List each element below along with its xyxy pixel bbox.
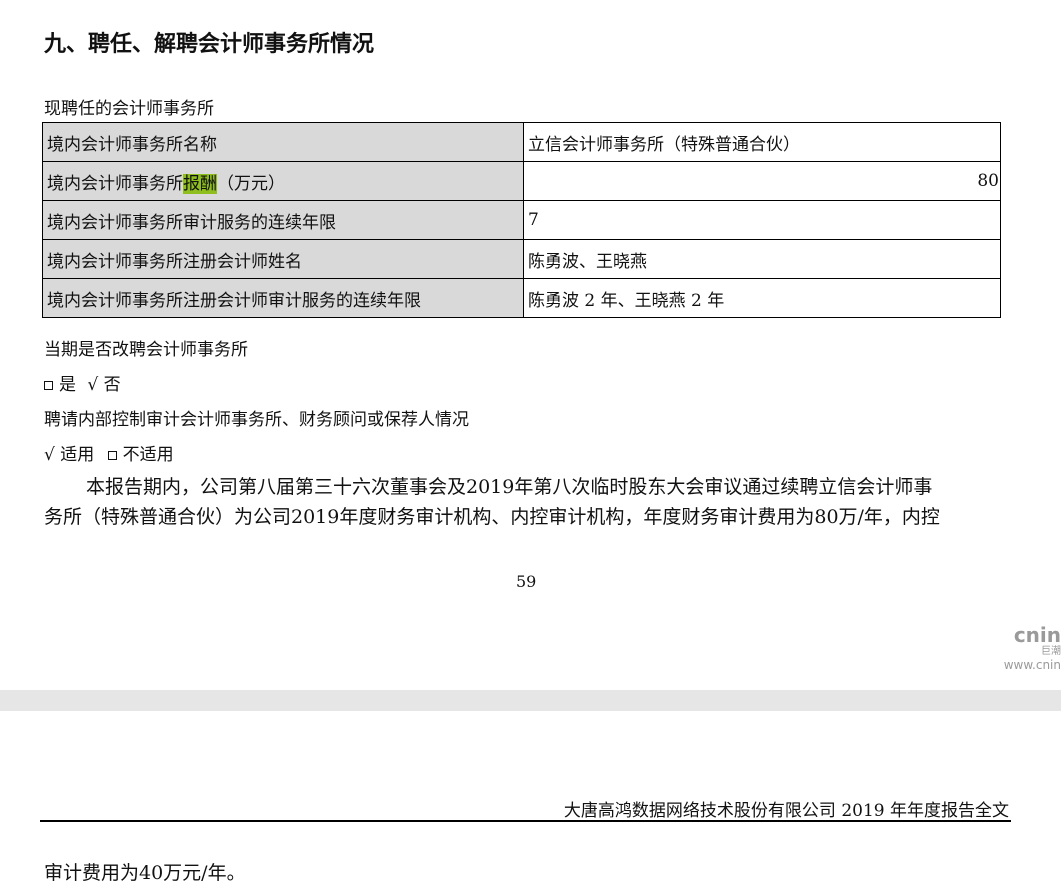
logo-brand: cnin xyxy=(1013,623,1061,647)
logo-url: www.cnin xyxy=(1003,658,1061,672)
header-rule xyxy=(40,820,1011,822)
row-value: 7 xyxy=(523,200,1001,240)
auditor-table: 境内会计师事务所名称 立信会计师事务所（特殊普通合伙） 境内会计师事务所报酬（万… xyxy=(42,122,1001,318)
row-value: 80 xyxy=(523,161,1001,201)
row-label: 境内会计师事务所注册会计师审计服务的连续年限 xyxy=(42,278,524,318)
table-row: 境内会计师事务所报酬（万元） 80 xyxy=(42,161,1001,201)
table-row: 境内会计师事务所名称 立信会计师事务所（特殊普通合伙） xyxy=(42,122,1001,162)
checkbox-empty-icon xyxy=(44,381,53,390)
logo-cn: 巨潮 xyxy=(1041,646,1061,657)
change-auditor-options: 是 √ 否 xyxy=(44,370,121,395)
check-mark-icon: √ xyxy=(87,375,99,395)
change-auditor-question: 当期是否改聘会计师事务所 xyxy=(44,340,248,360)
row-label: 境内会计师事务所审计服务的连续年限 xyxy=(42,200,524,240)
row-value: 陈勇波 2 年、王晓燕 2 年 xyxy=(523,278,1001,318)
report-page: 九、聘任、解聘会计师事务所情况 现聘任的会计师事务所 境内会计师事务所名称 立信… xyxy=(0,0,1061,890)
option-not-applicable-label: 不适用 xyxy=(122,445,174,465)
internal-control-question: 聘请内部控制审计会计师事务所、财务顾问或保荐人情况 xyxy=(44,410,469,430)
table-row: 境内会计师事务所审计服务的连续年限 7 xyxy=(42,200,1001,240)
label-text: （万元） xyxy=(217,173,285,194)
paragraph-line: 务所（特殊普通合伙）为公司2019年度财务审计机构、内控审计机构，年度财务审计费… xyxy=(44,506,940,528)
page-separator xyxy=(0,690,1061,711)
paragraph-line: 本报告期内，公司第八届第三十六次董事会及2019年第八次临时股东大会审议通过续聘… xyxy=(86,476,933,498)
row-label: 境内会计师事务所名称 xyxy=(42,122,524,162)
table-row: 境内会计师事务所注册会计师姓名 陈勇波、王晓燕 xyxy=(42,239,1001,279)
section-label: 现聘任的会计师事务所 xyxy=(44,99,214,119)
option-applicable-label: 适用 xyxy=(60,445,95,465)
row-label: 境内会计师事务所注册会计师姓名 xyxy=(42,239,524,279)
cninfo-watermark-logo: cnin 巨潮 www.cnin xyxy=(1004,624,1061,672)
page-number: 59 xyxy=(516,572,537,591)
highlighted-text: 报酬 xyxy=(183,173,217,194)
table-row: 境内会计师事务所注册会计师审计服务的连续年限 陈勇波 2 年、王晓燕 2 年 xyxy=(42,278,1001,318)
row-value: 陈勇波、王晓燕 xyxy=(523,239,1001,279)
body-paragraph: 本报告期内，公司第八届第三十六次董事会及2019年第八次临时股东大会审议通过续聘… xyxy=(44,472,1009,532)
section-heading: 九、聘任、解聘会计师事务所情况 xyxy=(44,31,375,57)
check-mark-icon: √ xyxy=(44,445,55,465)
next-page-text: 审计费用为40万元/年。 xyxy=(44,862,246,884)
internal-control-options: √ 适用 不适用 xyxy=(44,440,174,465)
label-text: 境内会计师事务所 xyxy=(47,173,183,194)
option-no-label: 否 xyxy=(103,375,121,395)
row-label: 境内会计师事务所报酬（万元） xyxy=(42,161,524,201)
row-value: 立信会计师事务所（特殊普通合伙） xyxy=(523,122,1001,162)
option-yes-label: 是 xyxy=(59,375,76,395)
checkbox-empty-icon xyxy=(107,451,117,460)
report-header-title: 大唐高鸿数据网络技术股份有限公司 2019 年年度报告全文 xyxy=(563,801,1009,821)
